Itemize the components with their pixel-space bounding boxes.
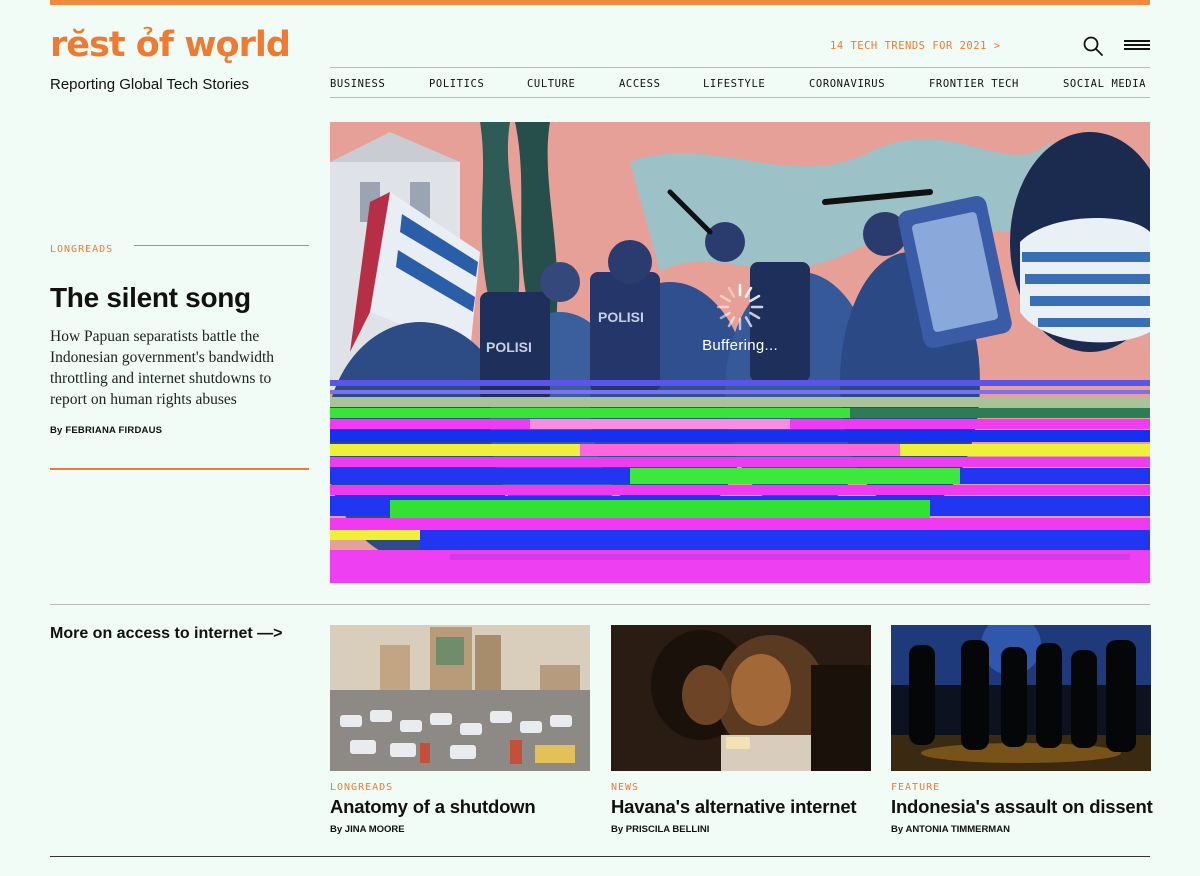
card-title[interactable]: Anatomy of a shutdown [330, 796, 590, 818]
primary-nav: BUSINESS POLITICS CULTURE ACCESS LIFESTY… [330, 67, 1150, 98]
search-icon[interactable] [1082, 35, 1104, 57]
tech-trends-link[interactable]: 14 TECH TRENDS FOR 2021 > [830, 40, 1001, 52]
card-author[interactable]: Jina Moore [345, 824, 405, 835]
nav-item-culture[interactable]: CULTURE [527, 78, 575, 90]
feature-kicker[interactable]: LONGREADS [50, 244, 113, 255]
article-thumbnail[interactable] [611, 625, 871, 771]
shield-label: POLISI [598, 309, 644, 325]
card-kicker[interactable]: FEATURE [891, 782, 1151, 793]
feature-headline[interactable]: The silent song [50, 282, 251, 314]
article-card[interactable]: NEWS Havana's alternative internet By Pr… [611, 625, 871, 835]
byline-prefix: By [611, 824, 624, 835]
nav-item-social-media[interactable]: SOCIAL MEDIA [1063, 78, 1146, 90]
hero-video[interactable]: POLISI POLISI Buffering... [330, 122, 1150, 583]
bottom-divider [50, 856, 1150, 857]
feature-dek: How Papuan separatists battle the Indone… [50, 328, 275, 408]
nav-item-frontier-tech[interactable]: FRONTIER TECH [929, 78, 1019, 90]
nav-item-coronavirus[interactable]: CORONAVIRUS [809, 78, 885, 90]
card-author[interactable]: Priscila Bellini [626, 824, 710, 835]
hamburger-menu-icon[interactable] [1124, 40, 1150, 52]
byline-prefix: By [330, 824, 343, 835]
byline-prefix: By [50, 425, 63, 436]
card-kicker[interactable]: LONGREADS [330, 782, 590, 793]
article-thumbnail[interactable] [891, 625, 1151, 771]
card-kicker[interactable]: NEWS [611, 782, 871, 793]
feature-byline: By Febriana Firdaus [50, 425, 162, 436]
article-card[interactable]: LONGREADS Anatomy of a shutdown By Jina … [330, 625, 590, 835]
card-title[interactable]: Indonesia's assault on dissent [891, 796, 1153, 818]
card-byline: By Antonia Timmerman [891, 824, 1151, 835]
more-on-access-link[interactable]: More on access to internet —> [50, 625, 283, 643]
card-author[interactable]: Antonia Timmerman [905, 824, 1010, 835]
nav-item-politics[interactable]: POLITICS [429, 78, 484, 90]
feature-divider [50, 468, 309, 470]
article-card[interactable]: FEATURE Indonesia's assault on dissent B… [891, 625, 1153, 835]
nav-item-access[interactable]: ACCESS [619, 78, 661, 90]
card-byline: By Priscila Bellini [611, 824, 871, 835]
site-logo[interactable]: rĕst ỏf wǫrld [50, 28, 291, 63]
buffering-status: Buffering... [702, 337, 778, 354]
kicker-divider [134, 245, 309, 246]
card-byline: By Jina Moore [330, 824, 590, 835]
feature-kicker-row: LONGREADS [50, 239, 309, 255]
section-divider [50, 604, 1150, 605]
feature-author[interactable]: Febriana Firdaus [65, 425, 162, 436]
byline-prefix: By [891, 824, 904, 835]
top-accent-bar [50, 0, 1150, 5]
article-thumbnail[interactable] [330, 625, 590, 771]
nav-item-business[interactable]: BUSINESS [330, 78, 385, 90]
nav-item-lifestyle[interactable]: LIFESTYLE [703, 78, 765, 90]
site-tagline: Reporting Global Tech Stories [50, 76, 249, 93]
card-title[interactable]: Havana's alternative internet [611, 796, 871, 818]
